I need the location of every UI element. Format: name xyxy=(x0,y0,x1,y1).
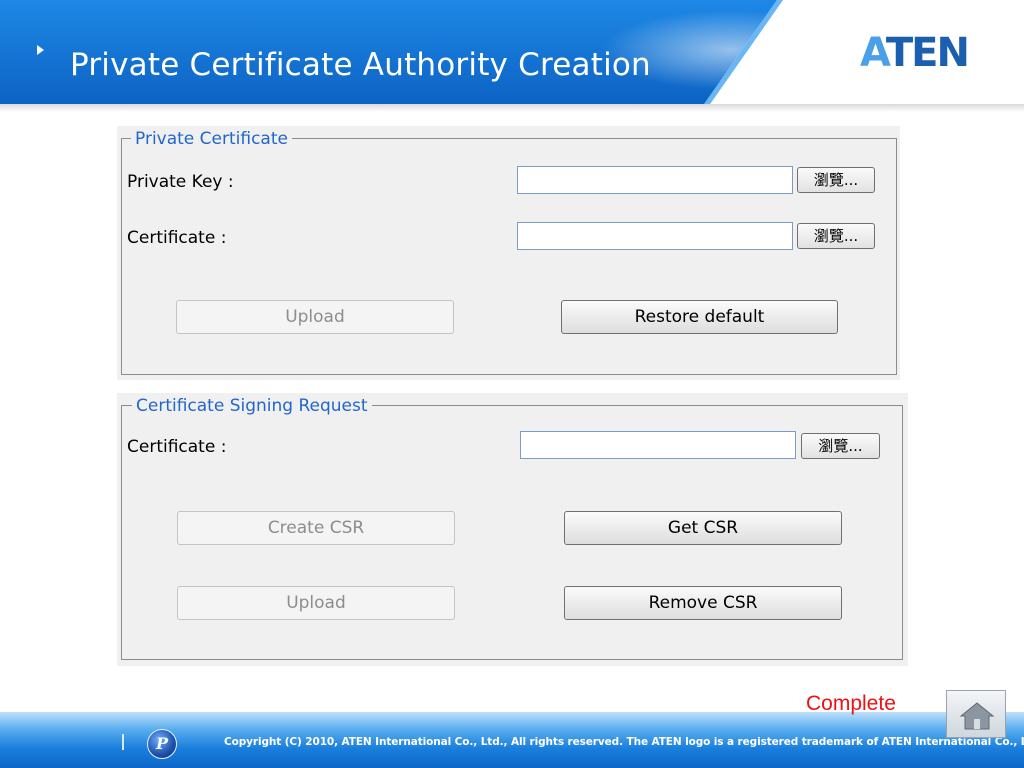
private-key-file-input[interactable] xyxy=(517,166,793,194)
certificate-label: Certificate : xyxy=(127,228,227,248)
certificate-file-input[interactable] xyxy=(517,222,793,250)
restore-default-button[interactable]: Restore default xyxy=(561,300,838,334)
csr-certificate-file-input[interactable] xyxy=(520,431,796,459)
complete-label: Complete xyxy=(806,692,896,715)
header-banner: Private Certificate Authority Creation A… xyxy=(0,0,1024,104)
logo-part-ten: TEN xyxy=(885,30,970,76)
copyright-text: Copyright (C) 2010, ATEN International C… xyxy=(224,736,1024,748)
create-csr-button[interactable]: Create CSR xyxy=(177,511,455,545)
triangle-right-icon xyxy=(37,45,44,55)
upload-button[interactable]: Upload xyxy=(176,300,454,334)
private-certificate-panel: Private Certificate Private Key : 瀏覽... … xyxy=(117,126,900,380)
csr-upload-button[interactable]: Upload xyxy=(177,586,455,620)
get-csr-button[interactable]: Get CSR xyxy=(564,511,842,545)
footer-bar: P Copyright (C) 2010, ATEN International… xyxy=(0,712,1024,768)
csr-certificate-browse-button[interactable]: 瀏覽... xyxy=(801,433,880,459)
logo-part-a: A xyxy=(860,30,888,76)
aten-logo: ATEN xyxy=(860,30,970,76)
p-logo-icon: P xyxy=(147,729,177,759)
home-button[interactable] xyxy=(946,690,1006,738)
remove-csr-button[interactable]: Remove CSR xyxy=(564,586,842,620)
private-key-browse-button[interactable]: 瀏覽... xyxy=(797,167,875,193)
private-key-label: Private Key : xyxy=(127,172,234,192)
private-certificate-legend: Private Certificate xyxy=(131,129,292,149)
footer-separator xyxy=(122,734,124,750)
csr-legend: Certificate Signing Request xyxy=(132,396,372,416)
certificate-browse-button[interactable]: 瀏覽... xyxy=(797,223,875,249)
header-divider xyxy=(0,104,1024,112)
csr-panel: Certificate Signing Request Certificate … xyxy=(117,393,908,666)
csr-certificate-label: Certificate : xyxy=(127,437,227,457)
page-title: Private Certificate Authority Creation xyxy=(70,47,651,83)
home-icon xyxy=(959,702,995,730)
